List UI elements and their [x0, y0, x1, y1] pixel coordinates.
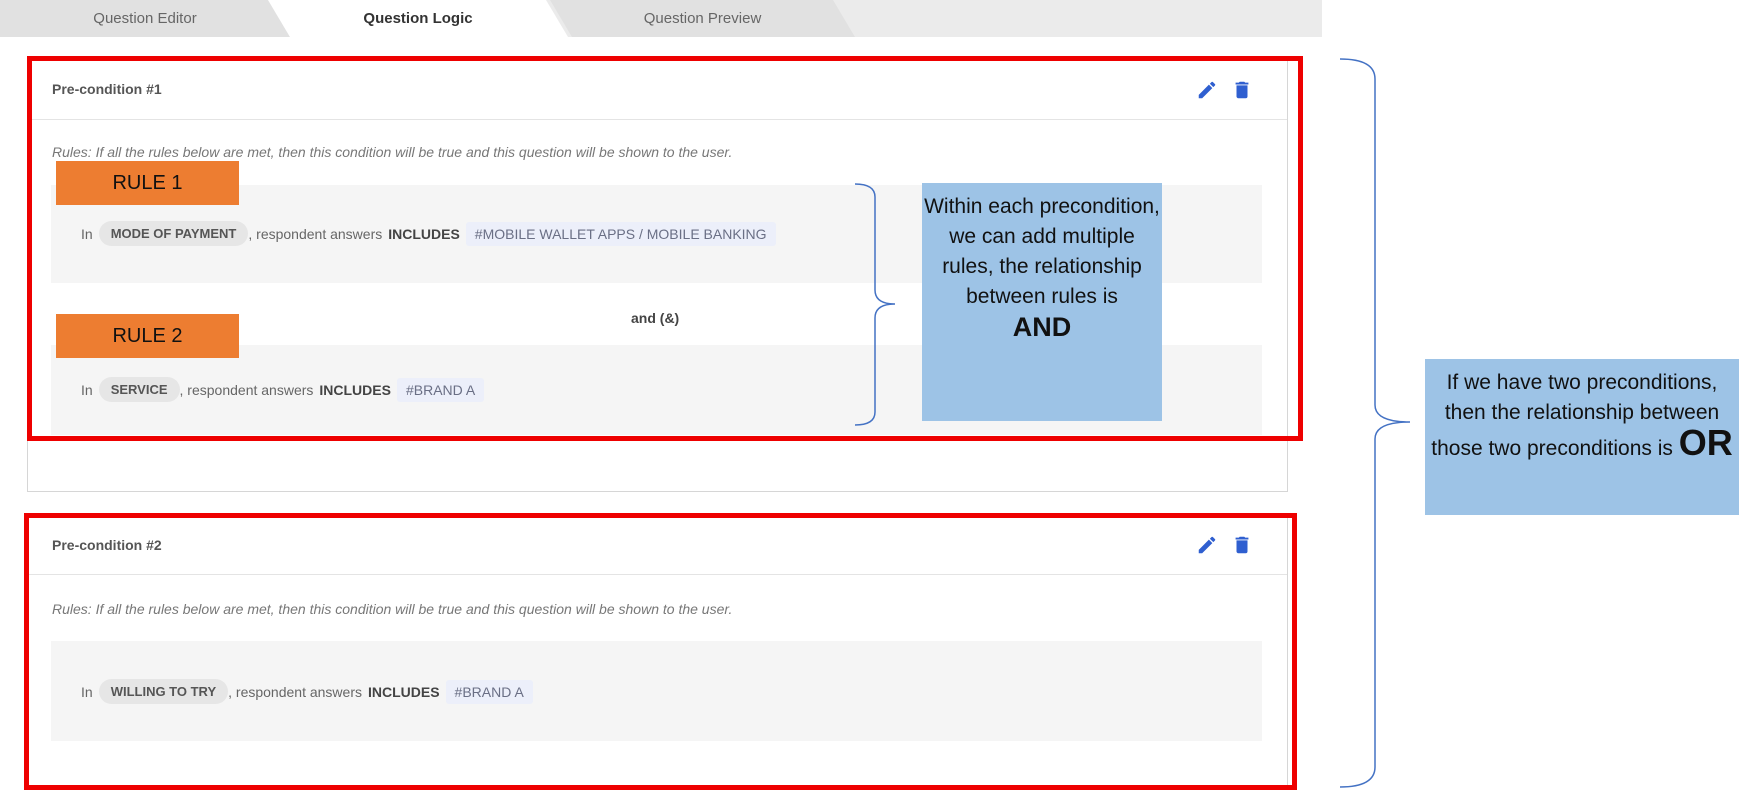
rules-brace — [854, 183, 896, 426]
tab-question-preview[interactable]: Question Preview — [550, 0, 855, 37]
or-callout-emphasis: OR — [1678, 422, 1733, 463]
and-callout: Within each precondition, we can add mul… — [922, 183, 1162, 421]
rule-1-badge: RULE 1 — [56, 161, 239, 205]
precondition-2-highlight — [24, 513, 1297, 790]
or-callout: If we have two preconditions, then the r… — [1425, 359, 1739, 515]
tab-question-logic[interactable]: Question Logic — [268, 0, 568, 37]
and-callout-emphasis: AND — [1012, 312, 1072, 342]
and-callout-text: Within each precondition, we can add mul… — [924, 195, 1160, 308]
preconditions-brace — [1339, 58, 1411, 788]
rule-2-badge: RULE 2 — [56, 314, 239, 358]
tab-bar: Question Editor Question Preview Questio… — [0, 0, 1322, 37]
tab-question-editor[interactable]: Question Editor — [0, 0, 290, 37]
or-callout-text: If we have two preconditions, then the r… — [1431, 371, 1720, 460]
